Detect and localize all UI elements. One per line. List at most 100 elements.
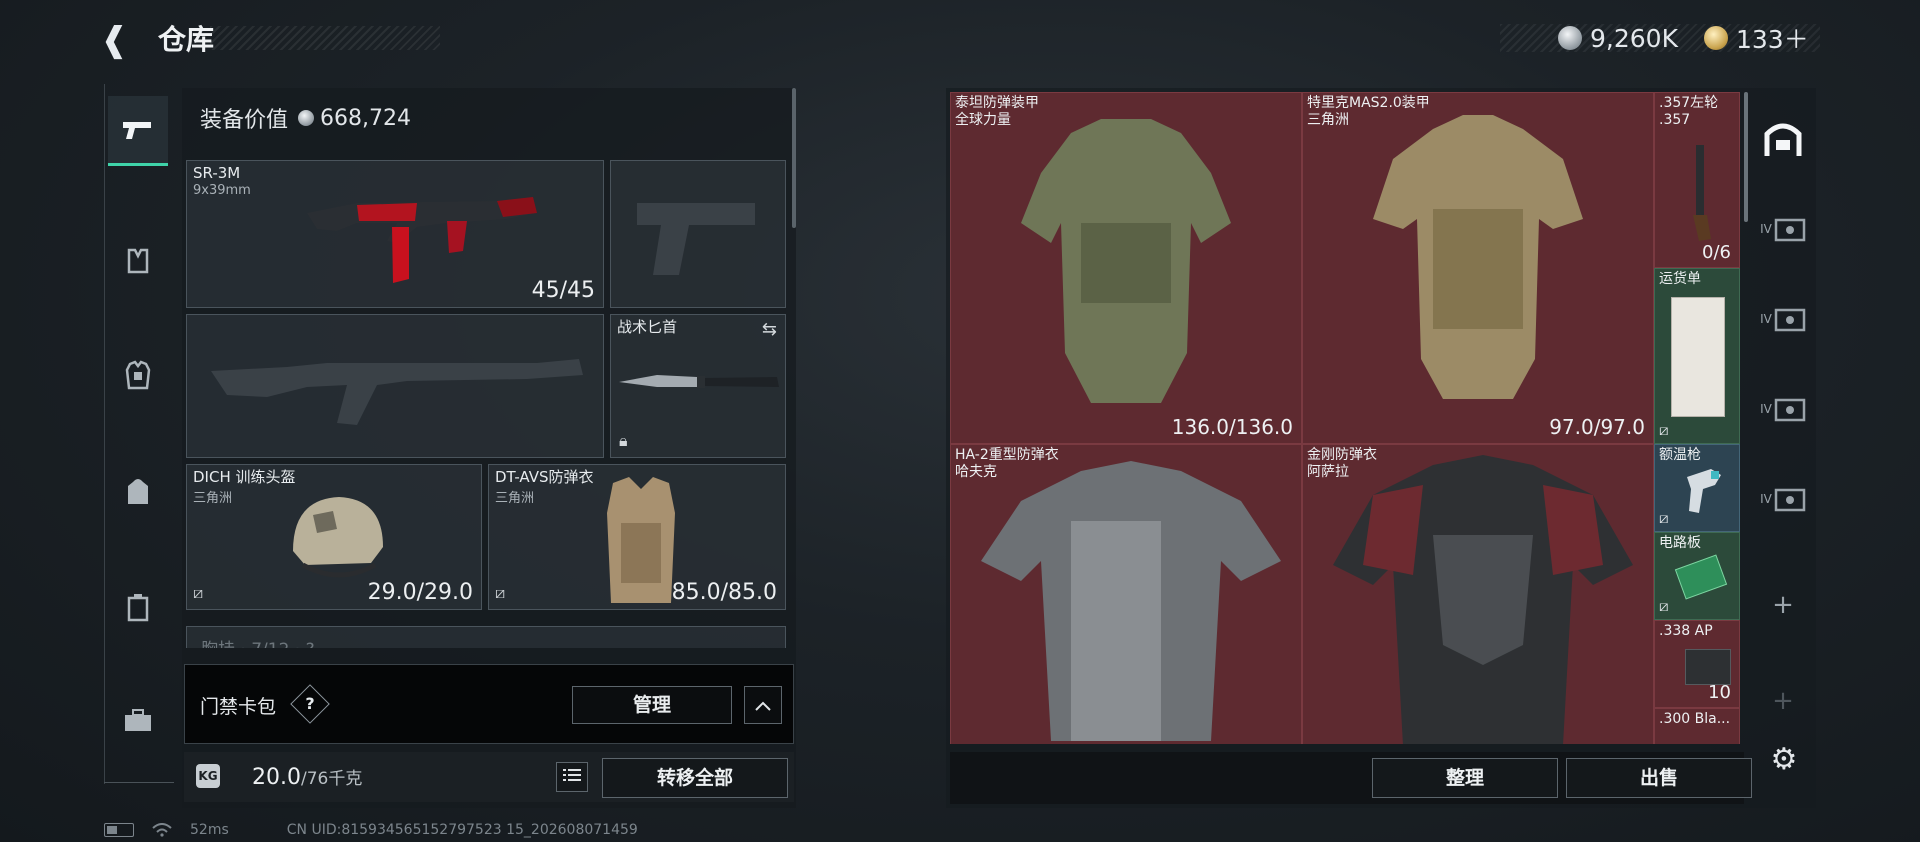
storage-item[interactable]: 泰坦防弹装甲 全球力量 136.0/136.0 <box>950 92 1302 444</box>
helmet-slot[interactable]: DICH 训练头盔 三角洲 ⧄ 29.0/29.0 <box>186 464 482 610</box>
loadout-scrollbar[interactable] <box>792 88 796 228</box>
carry-weight: 20.0/76千克 <box>252 764 362 790</box>
storage-item[interactable]: 特里克MAS2.0装甲 三角洲 97.0/97.0 <box>1302 92 1654 444</box>
ammo-box-icon <box>1685 649 1731 685</box>
primary-weapon-slot[interactable]: SR-3M 9x39mm 45/45 <box>186 160 604 308</box>
storage-item[interactable]: .338 AP 10 <box>1654 620 1740 708</box>
tab-briefcase[interactable] <box>108 686 168 756</box>
vest-icon <box>127 248 149 274</box>
storage-item[interactable]: HA-2重型防弹衣 哈夫克 <box>950 444 1302 744</box>
revolver-icon <box>1693 145 1711 241</box>
armor-icon <box>1373 115 1583 399</box>
knife-name: 战术匕首 <box>617 318 678 336</box>
tier-label: IV <box>1760 312 1772 326</box>
chest-rig-slot[interactable]: 胸挂 · 7/12 · ? <box>186 626 786 648</box>
transfer-all-button[interactable]: 转移全部 <box>602 758 788 798</box>
sr3m-rifle-icon <box>307 197 537 283</box>
collapse-button[interactable] <box>744 686 782 724</box>
storage-tab-1[interactable]: IV <box>1756 194 1810 264</box>
swap-icon[interactable]: ⇆ <box>762 319 777 340</box>
settings-icon[interactable]: ⚙ <box>1766 742 1802 778</box>
warehouse-icon <box>1764 123 1802 156</box>
circuit-board-icon <box>1674 554 1728 600</box>
helmet-icon <box>293 497 383 578</box>
no-sale-icon: ⧄ <box>1659 421 1669 439</box>
storage-item[interactable]: 额温枪 ⧄ <box>1654 444 1740 532</box>
storage-item[interactable]: .300 Bla... <box>1654 708 1740 744</box>
item-name: .338 AP <box>1659 623 1713 639</box>
ping-text: 52ms <box>190 822 229 838</box>
silver-coin-icon <box>1558 26 1582 50</box>
rail-divider <box>104 782 174 783</box>
item-name: .357左轮 .357 <box>1659 95 1719 128</box>
item-name: 电路板 <box>1659 535 1701 551</box>
primary-weapon-name: SR-3M <box>193 164 241 182</box>
helmet-origin: 三角洲 <box>193 491 233 506</box>
equipment-value: 装备价值 668,724 <box>200 102 411 134</box>
add-storage-button-disabled[interactable]: + <box>1756 666 1810 736</box>
tab-backpack[interactable] <box>108 456 168 526</box>
storage-tab-3[interactable]: IV <box>1756 374 1810 444</box>
no-sale-icon: ⧄ <box>495 583 506 602</box>
thermometer-gun-icon <box>1687 469 1721 513</box>
list-view-button[interactable] <box>556 762 588 792</box>
equipment-value-amount: 668,724 <box>320 105 411 131</box>
case-icon <box>1774 488 1806 512</box>
tab-weapons[interactable] <box>108 96 168 166</box>
title-decoration <box>210 26 440 50</box>
waybill-icon <box>1671 297 1725 417</box>
tab-armor[interactable] <box>108 340 168 410</box>
case-icon <box>1774 218 1806 242</box>
item-name: 额温枪 <box>1659 447 1701 463</box>
secondary-primary-slot[interactable] <box>186 314 604 458</box>
pistol-silhouette-icon <box>637 203 755 275</box>
helmet-name: DICH 训练头盔 <box>193 468 296 486</box>
storage-tab-home[interactable] <box>1756 104 1810 174</box>
tactical-knife-icon <box>619 375 779 388</box>
add-storage-button[interactable]: + <box>1756 570 1810 640</box>
left-tab-rail <box>104 84 172 784</box>
tab-case[interactable] <box>108 572 168 642</box>
secondary-weapon-slot[interactable] <box>610 160 786 308</box>
back-button[interactable]: ❰ <box>100 20 140 60</box>
uid-text: CN UID:815934565152797523 15_20260807145… <box>286 822 638 838</box>
gold-coin-icon <box>1704 26 1728 50</box>
storage-item[interactable]: 金刚防弹衣 阿萨拉 <box>1302 444 1654 744</box>
case-icon <box>1774 398 1806 422</box>
armor-icon <box>981 461 1281 741</box>
storage-item[interactable]: .357左轮 .357 0/6 <box>1654 92 1740 268</box>
item-name: 运货单 <box>1659 271 1701 287</box>
manage-button[interactable]: 管理 <box>572 686 732 724</box>
armor-name: DT-AVS防弹衣 <box>495 468 594 486</box>
storage-tab-4[interactable]: IV <box>1756 464 1810 534</box>
currency-gold[interactable]: 133＋ <box>1704 20 1809 56</box>
carry-weight-max: /76千克 <box>300 769 363 789</box>
armor-slot[interactable]: DT-AVS防弹衣 三角洲 ⧄ 85.0/85.0 <box>488 464 786 610</box>
melee-slot[interactable]: 战术匕首 ⇆ 🔒︎ <box>610 314 786 458</box>
helmet-durability: 29.0/29.0 <box>367 580 473 605</box>
sell-button[interactable]: 出售 <box>1566 758 1752 798</box>
keycard-bag-label: 门禁卡包 <box>200 696 277 718</box>
item-name: .300 Bla... <box>1659 711 1731 727</box>
lock-icon: 🔒︎ <box>619 431 628 450</box>
storage-scrollbar[interactable] <box>1744 92 1748 222</box>
no-sale-icon: ⧄ <box>1659 597 1669 615</box>
currency-silver-value: 9,260K <box>1590 23 1678 53</box>
silver-coin-icon <box>298 110 315 126</box>
item-durability: 97.0/97.0 <box>1549 415 1645 439</box>
tab-vest[interactable] <box>108 226 168 296</box>
primary-weapon-caliber: 9x39mm <box>193 183 251 198</box>
storage-item[interactable]: 运货单 ⧄ <box>1654 268 1740 444</box>
currency-silver[interactable]: 9,260K <box>1558 20 1678 56</box>
rifle-silhouette-icon <box>211 359 583 425</box>
help-icon[interactable]: ? <box>296 690 324 718</box>
currency-gold-value: 133＋ <box>1736 25 1809 54</box>
wifi-icon <box>152 823 172 837</box>
item-durability: 136.0/136.0 <box>1171 415 1293 439</box>
sort-button[interactable]: 整理 <box>1372 758 1558 798</box>
armor-durability: 85.0/85.0 <box>671 580 777 605</box>
storage-tab-2[interactable]: IV <box>1756 284 1810 354</box>
equipment-value-label: 装备价值 <box>200 108 289 133</box>
storage-item[interactable]: 电路板 ⧄ <box>1654 532 1740 620</box>
backpack-icon <box>128 479 148 504</box>
